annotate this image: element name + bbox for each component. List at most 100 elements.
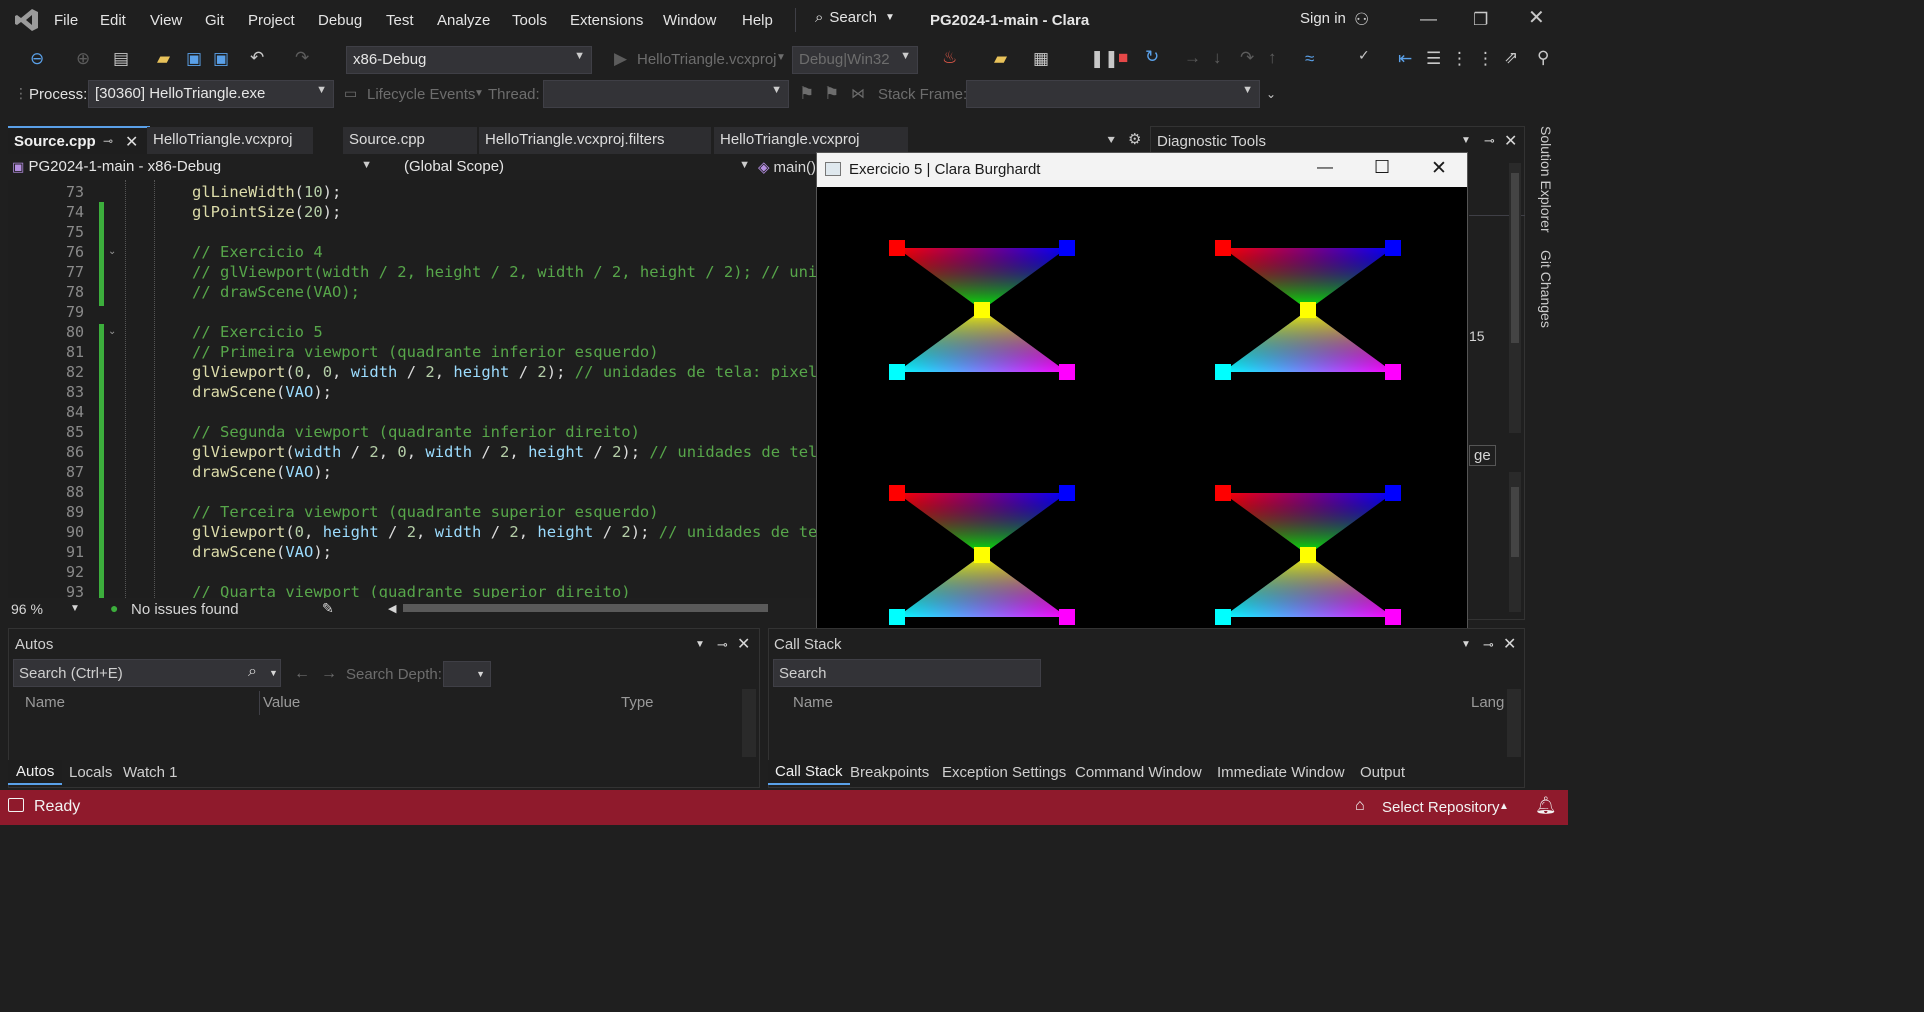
step-out-icon[interactable]: ↑: [1268, 49, 1277, 66]
pin-icon[interactable]: ⊸: [1483, 637, 1494, 653]
run-target[interactable]: HelloTriangle.vcxproj: [637, 51, 777, 68]
side-tab-solution-explorer[interactable]: Solution Explorer: [1534, 126, 1554, 236]
chevron-up-icon[interactable]: ▲: [1499, 801, 1509, 812]
maximize-icon[interactable]: ☐: [1374, 157, 1390, 178]
tab-breakpoints[interactable]: Breakpoints: [850, 764, 929, 781]
stop-icon[interactable]: ■: [1118, 49, 1128, 66]
back-arrow-icon[interactable]: ←: [294, 665, 310, 683]
minimize-icon[interactable]: —: [1420, 10, 1437, 27]
menu-view[interactable]: View: [150, 12, 182, 29]
tab-locals[interactable]: Locals: [69, 764, 112, 781]
nav-scope-select[interactable]: (Global Scope) ▼: [398, 156, 756, 180]
tab-watch-1[interactable]: Watch 1: [123, 764, 177, 781]
autos-search-input[interactable]: Search (Ctrl+E) ⌕ ▼: [13, 659, 281, 687]
chevron-down-icon[interactable]: ▼: [1461, 135, 1471, 146]
vs-logo-icon[interactable]: [14, 7, 40, 33]
feedback-icon[interactable]: ⚲: [1537, 49, 1549, 66]
opengl-window-titlebar[interactable]: Exercicio 5 | Clara Burghardt — ☐ ✕: [817, 153, 1467, 187]
pin-icon[interactable]: ⊸: [717, 637, 728, 653]
menu-debug[interactable]: Debug: [318, 12, 362, 29]
stack-frame-icon[interactable]: ⋈: [851, 86, 865, 100]
chevron-down-icon[interactable]: ▼: [70, 603, 80, 614]
scrollbar[interactable]: [1509, 472, 1521, 612]
platform-select[interactable]: Debug|Win32 ▼: [792, 46, 918, 74]
search-icon[interactable]: ⌕: [248, 663, 257, 681]
tab-command-window[interactable]: Command Window: [1075, 764, 1202, 781]
solution-folder-icon[interactable]: ▰: [994, 50, 1007, 67]
open-folder-icon[interactable]: ▰: [157, 50, 170, 67]
sign-in-link[interactable]: Sign in: [1300, 10, 1346, 27]
lifecycle-icon[interactable]: ▭: [344, 86, 357, 100]
menu-help[interactable]: Help: [742, 12, 773, 29]
comment-icon[interactable]: ⋮: [1451, 50, 1468, 67]
indent-icon[interactable]: ⇤: [1398, 50, 1412, 67]
diag-tab-fragment[interactable]: ge: [1469, 445, 1496, 466]
scrollbar[interactable]: [1509, 163, 1521, 433]
spell-check-icon[interactable]: ✓: [1358, 48, 1370, 62]
col-name[interactable]: Name: [25, 694, 65, 711]
diagnostics-icon[interactable]: ≈: [1305, 50, 1314, 67]
scroll-left-icon[interactable]: ◀: [388, 602, 396, 615]
back-icon[interactable]: ⊖: [30, 50, 44, 67]
hot-reload-icon[interactable]: ♨: [942, 49, 957, 66]
tab-output[interactable]: Output: [1360, 764, 1405, 781]
side-tab-git-changes[interactable]: Git Changes: [1534, 250, 1554, 340]
new-item-icon[interactable]: ▤: [113, 50, 129, 67]
menu-file[interactable]: File: [54, 12, 78, 29]
collapse-icon[interactable]: ⌄: [108, 326, 116, 337]
account-icon[interactable]: ⚇: [1354, 11, 1369, 28]
step-over-icon[interactable]: ↷: [1240, 49, 1254, 66]
tab-exception-settings[interactable]: Exception Settings: [942, 764, 1066, 781]
tab-vcxproj-filters[interactable]: HelloTriangle.vcxproj.filters: [479, 127, 711, 154]
search-button[interactable]: ⌕ Search ▼: [815, 9, 895, 26]
redo-icon[interactable]: ↷: [295, 49, 309, 66]
nav-member-select[interactable]: ◈ main(): [758, 158, 816, 177]
scrollbar[interactable]: [1507, 689, 1521, 757]
menu-analyze[interactable]: Analyze: [437, 12, 490, 29]
layout-icon[interactable]: ▦: [1033, 50, 1049, 67]
close-tab-icon[interactable]: ✕: [125, 132, 138, 152]
pin-icon[interactable]: ⊸: [1484, 133, 1495, 149]
chevron-down-icon[interactable]: ▼: [1461, 639, 1471, 650]
columns-icon[interactable]: ☰: [1426, 50, 1441, 67]
close-icon[interactable]: ✕: [1504, 131, 1517, 151]
opengl-window[interactable]: Exercicio 5 | Clara Burghardt — ☐ ✕: [816, 152, 1468, 676]
tab-hellotriangle-vcxproj-2[interactable]: HelloTriangle.vcxproj: [714, 127, 908, 154]
col-divider[interactable]: [259, 691, 260, 715]
col-value[interactable]: Value: [263, 694, 300, 711]
menu-test[interactable]: Test: [386, 12, 414, 29]
menu-extensions[interactable]: Extensions: [570, 12, 643, 29]
share-icon[interactable]: ⇗: [1504, 49, 1518, 66]
menu-window[interactable]: Window: [663, 12, 716, 29]
col-name[interactable]: Name: [793, 694, 833, 711]
output-icon[interactable]: [8, 798, 24, 812]
close-icon[interactable]: ✕: [1431, 157, 1447, 180]
repository-icon[interactable]: ⌂: [1355, 797, 1365, 815]
flag-all-icon[interactable]: ⚑: [824, 85, 839, 102]
nav-project-select[interactable]: ▣ PG2024-1-main - x86-Debug ▼: [8, 156, 378, 180]
save-icon[interactable]: ▣: [186, 50, 202, 67]
flag-icon[interactable]: ⚑: [799, 85, 814, 102]
stack-frame-select[interactable]: ▼: [966, 80, 1260, 108]
zoom-level[interactable]: 96 %: [11, 601, 43, 617]
col-type[interactable]: Type: [621, 694, 654, 711]
menu-tools[interactable]: Tools: [512, 12, 547, 29]
issues-status[interactable]: No issues found: [131, 601, 239, 618]
settings-gear-icon[interactable]: ⚙: [1128, 132, 1141, 147]
tab-source-cpp[interactable]: Source.cpp: [343, 127, 477, 154]
chevron-down-icon[interactable]: ▼: [695, 639, 705, 650]
restore-icon[interactable]: ❐: [1473, 11, 1488, 28]
notifications-bell-icon[interactable]: 🔔︎: [1535, 796, 1557, 816]
start-icon[interactable]: ▶: [614, 50, 627, 67]
callstack-search-input[interactable]: Search: [773, 659, 1041, 687]
tab-hellotriangle-vcxproj[interactable]: HelloTriangle.vcxproj: [147, 127, 313, 154]
forward-arrow-icon[interactable]: →: [321, 665, 337, 683]
save-all-icon[interactable]: ▣: [213, 50, 229, 67]
undo-icon[interactable]: ↶: [250, 49, 264, 66]
close-icon[interactable]: ✕: [1528, 8, 1545, 28]
menu-project[interactable]: Project: [248, 12, 295, 29]
select-repository[interactable]: Select Repository: [1382, 799, 1500, 816]
pause-icon[interactable]: ❚❚: [1090, 50, 1119, 67]
menu-git[interactable]: Git: [205, 12, 224, 29]
col-lang[interactable]: Lang: [1471, 694, 1504, 711]
